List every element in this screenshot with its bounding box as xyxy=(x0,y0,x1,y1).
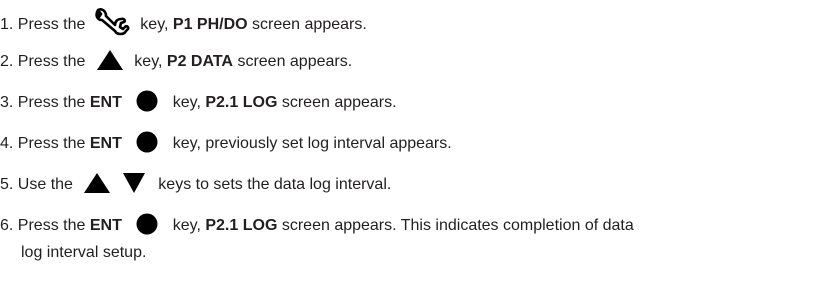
step-number: 4. xyxy=(0,135,14,153)
step-text: screen appears. This indicates completio… xyxy=(281,217,634,235)
step-text: screen appears. xyxy=(252,16,367,34)
step-5: 5. Use the keys to sets the data log int… xyxy=(0,173,392,196)
step-3: 3. Press the ENT key, P2.1 LOG screen ap… xyxy=(0,90,397,114)
screen-name: P2 DATA xyxy=(166,53,233,71)
step-2: 2. Press the key, P2 DATA screen appears… xyxy=(0,50,353,73)
step-text: Press the xyxy=(17,135,86,153)
step-text: keys to sets the data log interval. xyxy=(158,176,392,194)
instruction-steps: 1. Press the key, P1 PH/DO screen appear… xyxy=(0,0,836,282)
down-triangle-icon xyxy=(122,173,145,193)
step-4: 4. Press the ENT key, previously set log… xyxy=(0,131,452,155)
screen-name: P2.1 LOG xyxy=(205,94,278,112)
step-6-continuation: log interval setup. xyxy=(21,244,147,261)
filled-circle-icon xyxy=(136,90,158,112)
screen-name: P2.1 LOG xyxy=(205,217,278,235)
step-text: key, xyxy=(172,94,201,112)
filled-circle-icon xyxy=(136,213,158,235)
key-name: ENT xyxy=(89,135,122,153)
up-triangle-icon xyxy=(84,173,111,193)
step-text: Press the xyxy=(17,94,86,112)
wrench-icon xyxy=(95,8,130,36)
key-name: ENT xyxy=(89,217,122,235)
step-text: screen appears. xyxy=(237,53,353,71)
step-6: 6. Press the ENT key, P2.1 LOG screen ap… xyxy=(0,213,634,237)
step-text: Use the xyxy=(17,176,73,194)
filled-circle-icon xyxy=(136,131,158,153)
step-text: screen appears. xyxy=(281,94,397,112)
step-text: Press the xyxy=(17,217,86,235)
step-text: key, xyxy=(172,217,201,235)
step-number: 1. xyxy=(0,16,14,34)
step-text: key, xyxy=(140,16,169,34)
step-number: 3. xyxy=(0,94,14,112)
step-text: Press the xyxy=(17,53,86,71)
screen-name: P1 PH/DO xyxy=(172,16,248,34)
step-text: Press the xyxy=(17,16,86,34)
step-text: key, xyxy=(134,53,163,71)
step-number: 5. xyxy=(0,176,14,194)
step-number: 6. xyxy=(0,217,14,235)
key-name: ENT xyxy=(89,94,122,112)
step-number: 2. xyxy=(0,53,14,71)
up-triangle-icon xyxy=(96,50,123,70)
step-1: 1. Press the key, P1 PH/DO screen appear… xyxy=(0,8,367,40)
step-text: key, previously set log interval appears… xyxy=(172,135,452,153)
